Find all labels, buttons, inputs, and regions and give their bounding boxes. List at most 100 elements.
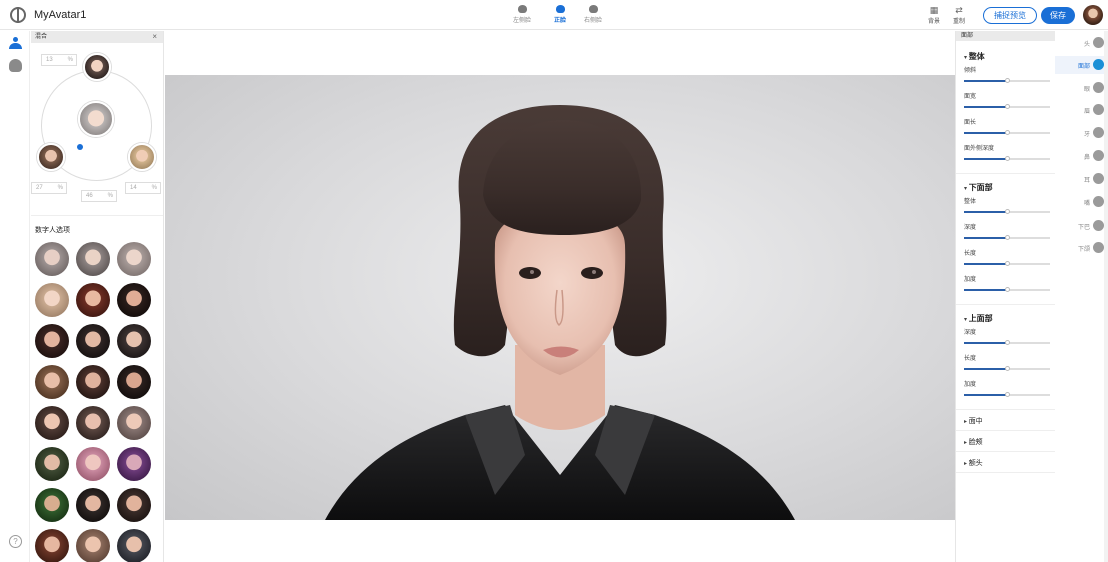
help-icon[interactable]: ? — [9, 535, 22, 548]
category-label: 下巴 — [1077, 225, 1090, 231]
category-face[interactable]: 面部 — [1055, 56, 1108, 74]
reset-button[interactable]: ⇄ 重制 — [948, 6, 970, 26]
blend-face-right[interactable] — [128, 143, 156, 171]
head-icon — [1093, 37, 1104, 48]
preset-face[interactable] — [35, 447, 69, 481]
tab-front[interactable]: 正脸 — [545, 5, 575, 24]
slider-label: 加度 — [964, 277, 977, 283]
blend-person-icon[interactable] — [9, 37, 22, 50]
preset-face[interactable] — [76, 365, 110, 399]
weight-input-bottom[interactable]: 46% — [81, 190, 117, 202]
slider-label: 深度 — [964, 225, 977, 231]
weight-input-top[interactable]: 13% — [41, 54, 77, 66]
category-head[interactable]: 头 — [1055, 34, 1108, 52]
preset-face[interactable] — [76, 447, 110, 481]
slider-track[interactable] — [964, 209, 1050, 214]
slider-track[interactable] — [964, 392, 1050, 397]
preset-face[interactable] — [117, 283, 151, 317]
category-mouth[interactable]: 嘴 — [1055, 193, 1108, 211]
slider-knob[interactable] — [1005, 209, 1010, 214]
slider-knob[interactable] — [1005, 104, 1010, 109]
preset-face[interactable] — [117, 488, 151, 522]
chin-icon — [1093, 220, 1104, 231]
slider-track[interactable] — [964, 235, 1050, 240]
weight-input-right[interactable]: 14% — [125, 182, 161, 194]
preset-face[interactable] — [117, 406, 151, 440]
slider-knob[interactable] — [1005, 261, 1010, 266]
preset-face[interactable] — [76, 488, 110, 522]
slider-track[interactable] — [964, 156, 1050, 161]
slider-track[interactable] — [964, 340, 1050, 345]
blend-face-center[interactable] — [78, 101, 114, 137]
preset-face[interactable] — [117, 242, 151, 276]
slider-label: 加度 — [964, 382, 977, 388]
weight-input-left[interactable]: 27% — [31, 182, 67, 194]
preset-face[interactable] — [76, 406, 110, 440]
category-ear[interactable]: 耳 — [1055, 170, 1108, 188]
slider-track[interactable] — [964, 130, 1050, 135]
save-button[interactable]: 保存 — [1041, 7, 1075, 24]
slider-track[interactable] — [964, 104, 1050, 109]
slider-fill — [964, 211, 1007, 213]
slider-label: 面长 — [964, 120, 977, 126]
category-nose[interactable]: 鼻 — [1055, 147, 1108, 165]
slider-knob[interactable] — [1005, 156, 1010, 161]
avatar-render[interactable] — [165, 75, 955, 520]
right-profile-icon — [588, 5, 598, 13]
category-eyebrow[interactable]: 眉 — [1055, 101, 1108, 119]
blend-handle[interactable] — [77, 144, 83, 150]
slider-label: 长度 — [964, 356, 977, 362]
preset-face[interactable] — [76, 242, 110, 276]
slider-knob[interactable] — [1005, 235, 1010, 240]
category-label: 下颌 — [1077, 247, 1090, 253]
blend-face-top[interactable] — [83, 53, 111, 81]
preset-face[interactable] — [117, 447, 151, 481]
background-button[interactable]: ▦ 背景 — [923, 5, 945, 26]
presets-title: 数字人选项 — [35, 227, 70, 234]
tab-right-profile[interactable]: 右侧脸 — [578, 5, 608, 24]
category-jaw[interactable]: 下颌 — [1055, 239, 1108, 257]
slider-track[interactable] — [964, 261, 1050, 266]
slider-knob[interactable] — [1005, 78, 1010, 83]
slider-knob[interactable] — [1005, 366, 1010, 371]
building-icon: ▦ — [929, 5, 939, 15]
slider-knob[interactable] — [1005, 340, 1010, 345]
preset-face[interactable] — [35, 324, 69, 358]
slider-track[interactable] — [964, 287, 1050, 292]
weight-left-unit: % — [57, 185, 63, 191]
category-eye[interactable]: 眼 — [1055, 79, 1108, 97]
preset-face[interactable] — [117, 529, 151, 562]
preset-face[interactable] — [76, 529, 110, 562]
top-bar: MyAvatar1 左侧脸 正脸 右侧脸 ▦ 背景 ⇄ 重制 捕捉预览 保存 — [0, 0, 1108, 30]
user-avatar[interactable] — [1083, 5, 1103, 25]
avatar-viewport[interactable] — [165, 31, 955, 562]
preset-face[interactable] — [35, 242, 69, 276]
preset-face[interactable] — [35, 365, 69, 399]
category-scrollbar[interactable] — [1104, 31, 1108, 562]
slider-label: 倾斜 — [964, 68, 977, 74]
blend-wheel: 13% 27% 46% 14% — [31, 43, 163, 208]
preset-face[interactable] — [35, 488, 69, 522]
category-chin[interactable]: 下巴 — [1055, 217, 1108, 235]
avatar-name: MyAvatar1 — [34, 9, 87, 21]
preset-face[interactable] — [117, 365, 151, 399]
category-tooth[interactable]: 牙 — [1055, 124, 1108, 142]
slider-track[interactable] — [964, 78, 1050, 83]
slider-track[interactable] — [964, 366, 1050, 371]
app-logo-icon[interactable] — [10, 7, 26, 23]
preset-face[interactable] — [76, 283, 110, 317]
capture-preview-button[interactable]: 捕捉预览 — [983, 7, 1037, 24]
preset-face[interactable] — [35, 529, 69, 562]
preset-face[interactable] — [35, 406, 69, 440]
slider-knob[interactable] — [1005, 287, 1010, 292]
tab-left-profile[interactable]: 左侧脸 — [507, 5, 537, 24]
slider-knob[interactable] — [1005, 392, 1010, 397]
slider-label: 整体 — [964, 199, 977, 205]
hair-icon[interactable] — [9, 59, 22, 72]
slider-knob[interactable] — [1005, 130, 1010, 135]
blend-face-left[interactable] — [37, 143, 65, 171]
preset-face[interactable] — [35, 283, 69, 317]
close-icon[interactable]: × — [152, 31, 157, 43]
preset-face[interactable] — [117, 324, 151, 358]
preset-face[interactable] — [76, 324, 110, 358]
